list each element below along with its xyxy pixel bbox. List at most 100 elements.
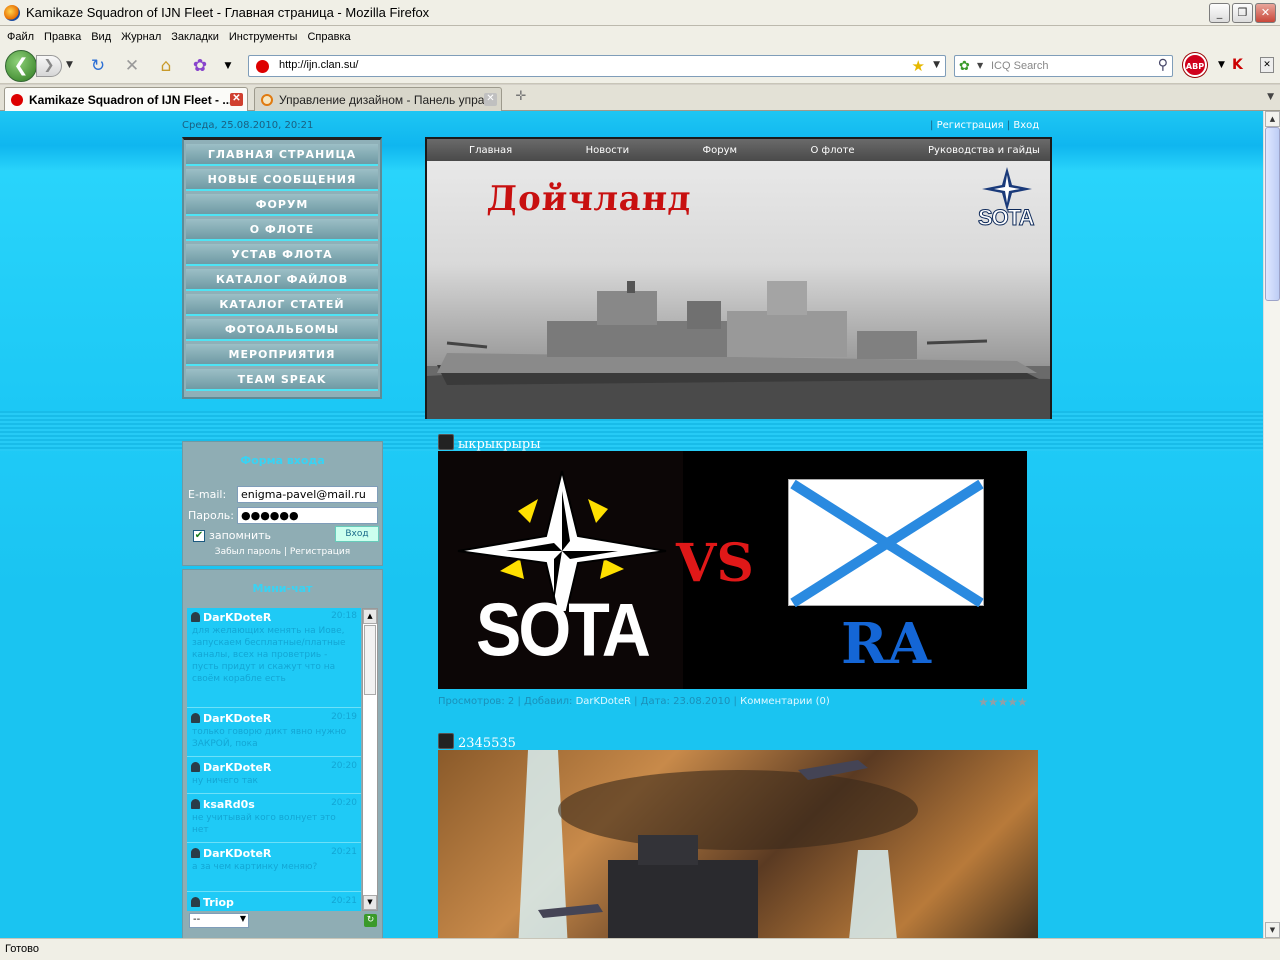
chat-scroll-up-icon[interactable]: ▲ (363, 609, 377, 624)
rating-stars[interactable]: ★★★★★ (978, 695, 1028, 709)
author-link[interactable]: DarKDoteR (576, 696, 631, 707)
scroll-thumb[interactable] (1265, 127, 1280, 301)
menu-file[interactable]: Файл (2, 31, 39, 43)
chat-message: ksaRd0s 20:20 не учитывай кого волнует э… (187, 795, 361, 843)
topnav-news[interactable]: Новости (586, 145, 629, 156)
menu-help[interactable]: Справка (302, 31, 355, 43)
top-links: | Регистрация | Вход (930, 120, 1039, 131)
window-title: Kamikaze Squadron of IJN Fleet - Главная… (26, 5, 430, 20)
adblock-dropdown-icon[interactable]: ▼ (1218, 60, 1225, 70)
login-link[interactable]: Вход (1013, 120, 1039, 131)
chat-time: 20:19 (331, 712, 357, 722)
menu-item-new-messages[interactable]: НОВЫЕ СООБЩЕНИЯ (186, 169, 378, 191)
addon-icon[interactable]: ✿ (190, 56, 210, 76)
login-submit-button[interactable]: Вход (335, 526, 379, 542)
warship-image (427, 281, 1050, 419)
search-engine-dropdown-icon[interactable]: ▼ (977, 61, 983, 70)
chat-scroll-thumb[interactable] (364, 625, 376, 695)
search-bar[interactable]: ✿ ▼ ICQ Search ⚲ (954, 55, 1173, 77)
sidebar-close-icon[interactable]: ✕ (1260, 57, 1274, 73)
back-button[interactable]: ❮ (5, 50, 37, 82)
tab-close-icon[interactable]: ✕ (230, 93, 243, 106)
stop-icon[interactable]: ✕ (122, 56, 142, 76)
added-label: Добавил: (524, 696, 573, 707)
menu-tools[interactable]: Инструменты (224, 31, 303, 43)
battleship-painting[interactable] (438, 750, 1038, 938)
chat-message: DarKDoteR 20:19 только говорю дикт явно … (187, 709, 361, 757)
menu-item-forum[interactable]: ФОРУМ (186, 194, 378, 216)
comments-link[interactable]: Комментарии (0) (740, 696, 830, 707)
bookmark-star-icon[interactable]: ★ (912, 57, 925, 75)
chat-user[interactable]: DarKDoteR (191, 847, 271, 860)
menu-item-about-fleet[interactable]: О ФЛОТЕ (186, 219, 378, 241)
menu-item-fleet-charter[interactable]: УСТАВ ФЛОТА (186, 244, 378, 266)
menu-bookmarks[interactable]: Закладки (166, 31, 224, 43)
chat-user[interactable]: DarKDoteR (191, 712, 271, 725)
topnav-home[interactable]: Главная (469, 145, 512, 156)
chat-scroll-down-icon[interactable]: ▼ (363, 895, 377, 910)
forgot-password-link[interactable]: Забыл пароль (215, 547, 281, 557)
remember-checkbox[interactable]: ✔ (193, 530, 205, 542)
menu-item-article-catalog[interactable]: КАТАЛОГ СТАТЕЙ (186, 294, 378, 316)
page-scrollbar[interactable]: ▲ ▼ (1263, 111, 1280, 938)
sota-logo: SOTA (972, 167, 1042, 237)
new-tab-icon[interactable]: ✛ (509, 86, 533, 108)
chat-user[interactable]: Triop (191, 896, 234, 909)
topnav-forum[interactable]: Форум (703, 145, 738, 156)
menu-item-home[interactable]: ГЛАВНАЯ СТРАНИЦА (186, 144, 378, 166)
post-title[interactable]: 2345535 (438, 733, 516, 751)
login-form-title: Форма входа (240, 454, 325, 467)
menu-history[interactable]: Журнал (116, 31, 166, 43)
tab-bar: Kamikaze Squadron of IJN Fleet - ... ✕ У… (0, 85, 1280, 111)
post-image[interactable]: SOTA VS RA (438, 451, 1027, 689)
menu-view[interactable]: Вид (86, 31, 116, 43)
vs-text: VS (676, 533, 754, 594)
scroll-down-icon[interactable]: ▼ (1265, 922, 1280, 938)
tab-list-dropdown-icon[interactable]: ▼ (1267, 92, 1274, 102)
banner-title: Дойчланд (485, 179, 693, 219)
tab-close-icon[interactable]: ✕ (484, 93, 497, 106)
home-icon[interactable]: ⌂ (156, 56, 176, 76)
chat-time: 20:18 (331, 611, 357, 621)
search-engine-icon[interactable]: ✿ (959, 59, 970, 74)
history-dropdown-icon[interactable]: ▼ (66, 60, 73, 70)
kaspersky-icon[interactable]: K (1232, 57, 1243, 73)
url-text[interactable]: http://ijn.clan.su/ (279, 59, 359, 71)
topnav-guides[interactable]: Руководства и гайды (928, 145, 1040, 156)
register-link[interactable]: Регистрация (937, 120, 1004, 131)
adblock-icon[interactable]: ABP (1183, 53, 1207, 77)
topnav-about[interactable]: О флоте (811, 145, 855, 156)
password-field[interactable]: ●●●●●● (237, 507, 378, 524)
header-block: Главная Новости Форум О флоте Руководств… (425, 137, 1052, 419)
scroll-up-icon[interactable]: ▲ (1265, 111, 1280, 127)
minimize-button[interactable]: _ (1209, 3, 1230, 23)
post-date: 23.08.2010 (673, 696, 731, 707)
forward-button[interactable]: ❯ (36, 55, 62, 77)
sota-text: SOTA (476, 588, 651, 672)
url-bar[interactable]: http://ijn.clan.su/ ★ ▼ (248, 55, 946, 77)
maximize-button[interactable]: ❐ (1232, 3, 1253, 23)
search-icon[interactable]: ⚲ (1158, 57, 1168, 73)
tab-active[interactable]: Kamikaze Squadron of IJN Fleet - ... ✕ (4, 87, 248, 111)
chat-user[interactable]: ksaRd0s (191, 798, 255, 811)
email-field[interactable]: enigma-pavel@mail.ru (237, 486, 378, 503)
search-input[interactable]: ICQ Search (991, 60, 1048, 72)
close-button[interactable]: ✕ (1255, 3, 1276, 23)
menu-item-events[interactable]: МЕРОПРИЯТИЯ (186, 344, 378, 366)
chat-scrollbar[interactable]: ▲ ▼ (362, 608, 378, 911)
menu-item-photo-albums[interactable]: ФОТОАЛЬБОМЫ (186, 319, 378, 341)
chat-refresh-icon[interactable]: ↻ (364, 914, 377, 927)
url-dropdown-icon[interactable]: ▼ (933, 60, 940, 70)
chat-user[interactable]: DarKDoteR (191, 611, 271, 624)
post-title[interactable]: ыкрыкрыры (438, 434, 541, 452)
register-link[interactable]: Регистрация (290, 547, 350, 557)
menu-item-team-speak[interactable]: TEAM SPEAK (186, 369, 378, 391)
chat-user[interactable]: DarKDoteR (191, 761, 271, 774)
chat-interval-select[interactable]: -- ▼ (189, 913, 249, 928)
tab-inactive[interactable]: Управление дизайном - Панель упра... ✕ (254, 87, 502, 111)
chat-messages: DarKDoteR 20:18 для желающих менять на И… (187, 608, 361, 911)
reload-icon[interactable]: ↻ (88, 56, 108, 76)
addon-dropdown-icon[interactable]: ▼ (218, 56, 238, 76)
menu-edit[interactable]: Правка (39, 31, 86, 43)
menu-item-file-catalog[interactable]: КАТАЛОГ ФАЙЛОВ (186, 269, 378, 291)
